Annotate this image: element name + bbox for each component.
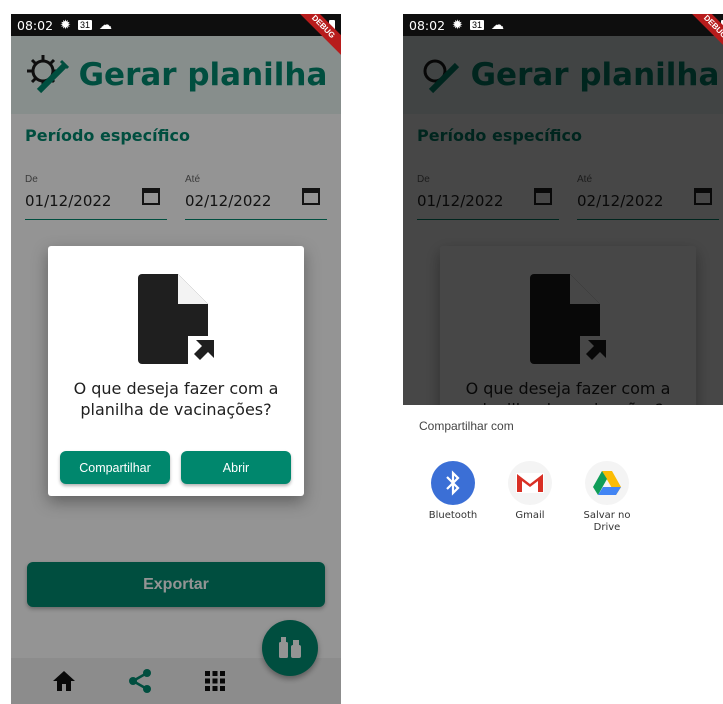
calendar-icon: 31 — [77, 20, 92, 30]
calendar-icon: 31 — [469, 20, 484, 30]
status-time: 08:02 — [409, 17, 446, 33]
settings-icon: ✹ — [60, 17, 71, 32]
phone-screen-share: 08:02 ✹ 31 ☁ ▼ DEBUG Gerar planilha Perí… — [403, 14, 723, 704]
status-bar: 08:02 ✹ 31 ☁ ▼ — [403, 14, 723, 36]
status-bar: 08:02 ✹ 31 ☁ ▼ — [11, 14, 341, 36]
settings-icon: ✹ — [452, 17, 463, 32]
share-target-label: Gmail — [515, 510, 545, 521]
share-target-drive[interactable]: Salvar no Drive — [572, 461, 642, 534]
bluetooth-icon — [431, 461, 475, 505]
share-target-label: Bluetooth — [428, 510, 478, 521]
google-drive-icon — [585, 461, 629, 505]
cloud-icon: ☁ — [490, 17, 504, 32]
file-open-icon — [138, 274, 214, 366]
cloud-icon: ☁ — [98, 17, 112, 32]
share-target-label: Salvar no Drive — [583, 510, 631, 533]
phone-screen-dialog: 08:02 ✹ 31 ☁ ▼ DEBUG Gerar planilha Perí… — [11, 14, 341, 704]
share-target-bluetooth[interactable]: Bluetooth — [418, 461, 488, 522]
share-sheet-heading: Compartilhar com — [419, 419, 514, 433]
share-button[interactable]: Compartilhar — [60, 451, 170, 484]
gmail-icon — [508, 461, 552, 505]
action-dialog: O que deseja fazer com a planilha de vac… — [48, 246, 304, 496]
dialog-question: O que deseja fazer com a planilha de vac… — [73, 379, 279, 419]
open-button[interactable]: Abrir — [181, 451, 291, 484]
share-target-gmail[interactable]: Gmail — [495, 461, 565, 522]
status-time: 08:02 — [17, 17, 54, 33]
share-sheet: Compartilhar com Bluetooth Gmail Salvar … — [403, 405, 723, 704]
